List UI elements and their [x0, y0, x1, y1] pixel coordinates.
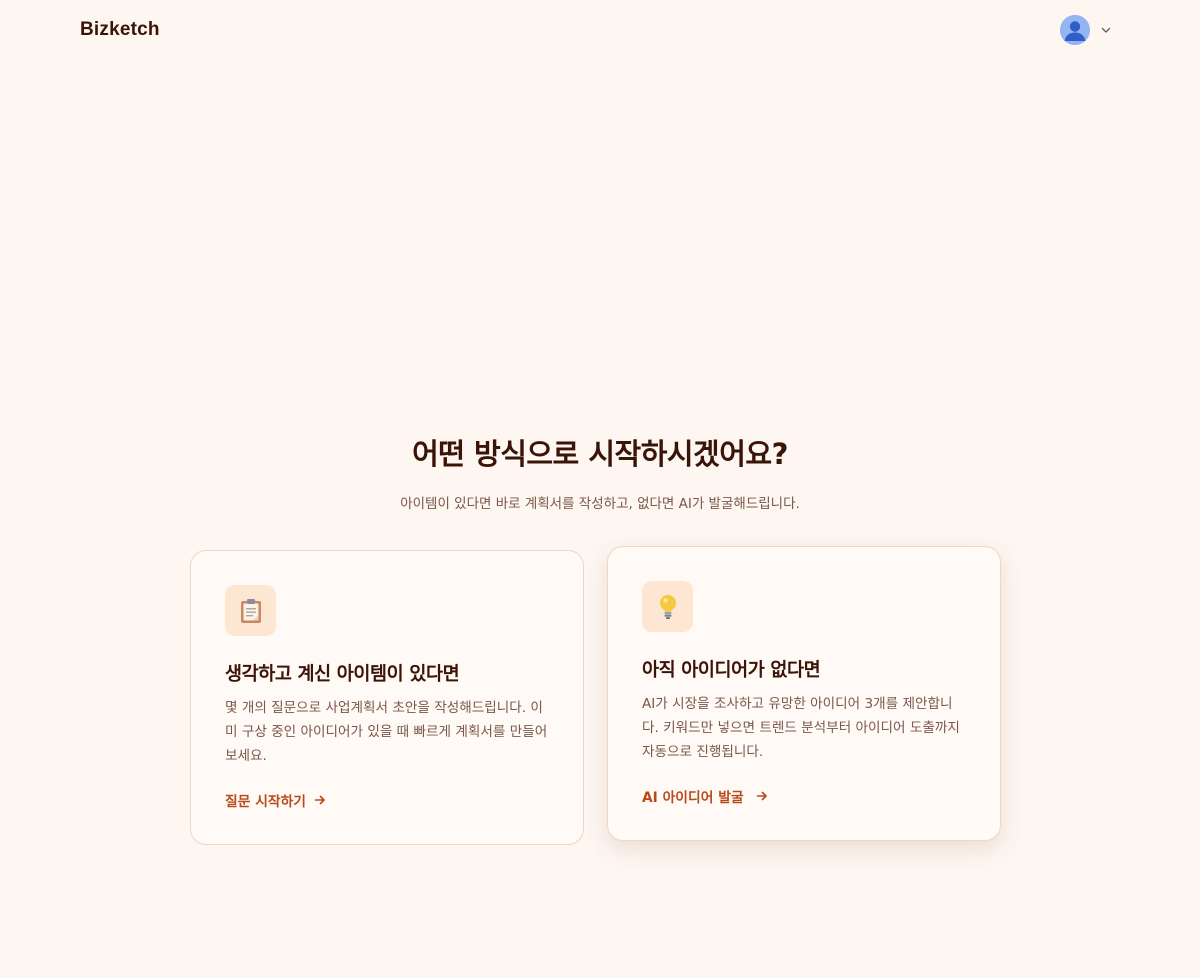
ai-idea-card[interactable]: 아직 아이디어가 없다면 AI가 시장을 조사하고 유망한 아이디어 3개를 제…	[607, 546, 1001, 841]
link-label: 질문 시작하기	[225, 794, 306, 810]
existing-idea-card[interactable]: 생각하고 계신 아이템이 있다면 몇 개의 질문으로 사업계획서 초안을 작성해…	[190, 550, 584, 845]
card-title: 아직 아이디어가 없다면	[642, 660, 821, 681]
arrow-right-icon	[756, 791, 767, 801]
ai-idea-discovery-link[interactable]: AI 아이디어 발굴	[642, 786, 768, 806]
start-questions-link[interactable]: 질문 시작하기	[225, 790, 326, 810]
link-label: AI 아이디어 발굴	[642, 790, 744, 806]
card-description: AI가 시장을 조사하고 유망한 아이디어 3개를 제안합니다. 키워드만 넣으…	[642, 696, 960, 760]
clipboard-icon	[225, 585, 276, 636]
page-subtitle: 아이템이 있다면 바로 계획서를 작성하고, 없다면 AI가 발굴해드립니다.	[400, 496, 800, 512]
top-header: Bizketch	[0, 0, 1200, 60]
page-title: 어떤 방식으로 시작하시겠어요?	[412, 437, 788, 471]
user-avatar-icon[interactable]	[1060, 15, 1090, 45]
app-logo[interactable]: Bizketch	[80, 19, 160, 41]
arrow-right-icon	[314, 795, 325, 805]
chevron-down-icon[interactable]	[1100, 24, 1112, 36]
hero-section: 어떤 방식으로 시작하시겠어요? 아이템이 있다면 바로 계획서를 작성하고, …	[0, 434, 1200, 514]
card-title: 생각하고 계신 아이템이 있다면	[225, 664, 460, 685]
lightbulb-icon	[642, 581, 693, 632]
card-description: 몇 개의 질문으로 사업계획서 초안을 작성해드립니다. 이미 구상 중인 아이…	[225, 700, 548, 764]
profile-menu-button[interactable]	[1060, 14, 1112, 46]
